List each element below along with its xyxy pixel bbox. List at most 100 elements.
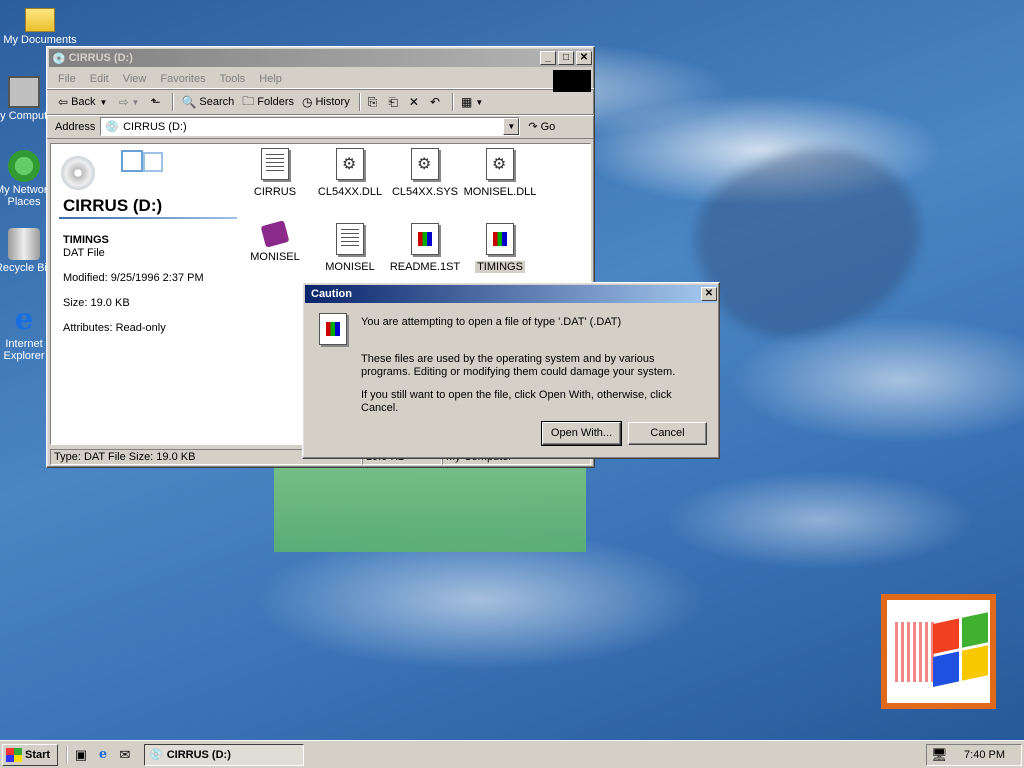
taskbar-button-cirrus[interactable]: 💿 CIRRUS (D:) <box>144 743 304 766</box>
drive-icon: 💿 <box>149 749 163 761</box>
back-arrow-icon: ⇦ <box>58 95 69 109</box>
help-book-icon <box>260 220 290 248</box>
selected-file-name: TIMINGS <box>63 234 109 246</box>
outlook-express-icon[interactable]: ✉ <box>116 746 134 764</box>
file-item[interactable]: MONISEL <box>235 220 315 263</box>
text-document-icon <box>336 223 364 255</box>
copy-to-icon: ⎗ <box>388 94 398 109</box>
move-to-button[interactable]: ⎘ <box>365 93 384 112</box>
wallpaper-green-block <box>274 468 586 552</box>
address-input[interactable]: 💿 CIRRUS (D:) ▼ <box>100 117 521 136</box>
file-item[interactable]: CL54XX.DLL <box>310 148 390 198</box>
computer-icon <box>8 76 40 108</box>
desktop-icon-label: My Documents <box>3 34 77 46</box>
cancel-button[interactable]: Cancel <box>628 422 707 445</box>
menu-favorites[interactable]: Favorites <box>153 73 212 85</box>
selected-file-size: Size: 19.0 KB <box>63 297 130 309</box>
gear-file-icon <box>486 148 514 180</box>
web-view-pane: CIRRUS (D:) TIMINGS DAT File Modified: 9… <box>51 144 241 444</box>
dialog-message-2: These files are used by the operating sy… <box>361 353 676 378</box>
display-settings-icon[interactable]: 🖥 <box>931 747 948 763</box>
menu-view[interactable]: View <box>116 73 154 85</box>
up-folder-button[interactable]: ⬑ <box>147 93 166 111</box>
gear-file-icon <box>336 148 364 180</box>
start-button[interactable]: Start <box>2 743 58 766</box>
selected-file-attributes: Attributes: Read-only <box>63 322 166 334</box>
gear-file-icon <box>411 148 439 180</box>
close-button[interactable]: ✕ <box>576 51 592 65</box>
folders-button[interactable]: 🗀 Folders <box>239 90 297 115</box>
menu-help[interactable]: Help <box>252 73 289 85</box>
minimize-button[interactable]: _ <box>540 51 556 65</box>
window-titlebar[interactable]: 💿 CIRRUS (D:) _ □ ✕ <box>49 49 592 67</box>
drive-title: CIRRUS (D:) <box>63 196 163 215</box>
dialog-message-3: If you still want to open the file, clic… <box>361 389 672 414</box>
toolbar: ⇦ Back ▼ ⇨ ▼ ⬑ 🔍 Search 🗀 Folders ◷ History ⎘ … <box>47 89 594 115</box>
folders-icon: 🗀 <box>242 93 255 108</box>
dialog-message-1: You are attempting to open a file of typ… <box>361 316 622 328</box>
address-label: Address <box>55 120 96 133</box>
delete-button[interactable]: ✕ <box>406 93 425 111</box>
file-item[interactable]: MONISEL.DLL <box>460 148 540 198</box>
delete-icon: ✕ <box>408 95 419 109</box>
dialog-title: Caution <box>311 288 352 300</box>
go-arrow-icon: ↷ <box>528 121 538 133</box>
folder-icon <box>25 8 55 32</box>
clock[interactable]: 7:40 PM <box>964 749 1005 761</box>
undo-button[interactable]: ↶ <box>427 93 446 111</box>
copy-to-button[interactable]: ⎗ <box>385 93 404 112</box>
cd-drive-icon <box>57 148 167 192</box>
recycle-bin-icon <box>8 228 40 260</box>
menu-tools[interactable]: Tools <box>213 73 253 85</box>
menu-edit[interactable]: Edit <box>83 73 116 85</box>
back-button[interactable]: ⇦ Back ▼ <box>55 93 113 111</box>
title-underline <box>59 217 237 219</box>
dialog-titlebar[interactable]: Caution ✕ <box>305 285 717 303</box>
maximize-button[interactable]: □ <box>558 51 574 65</box>
views-button[interactable]: ▦ ▼ <box>458 93 489 111</box>
windows-file-icon <box>411 223 439 255</box>
system-tray: 🖥 7:40 PM <box>926 744 1022 766</box>
show-desktop-icon[interactable]: ▣ <box>72 746 90 764</box>
up-folder-icon: ⬑ <box>150 95 161 109</box>
network-icon <box>8 150 40 182</box>
windows-throbber-icon <box>553 70 591 92</box>
windows-file-icon <box>319 313 347 345</box>
menu-bar: File Edit View Favorites Tools Help <box>47 69 594 92</box>
file-item[interactable]: MONISEL <box>310 223 390 273</box>
quick-launch: ▣ e ✉ <box>66 745 134 764</box>
menu-file[interactable]: File <box>51 73 83 85</box>
address-bar: Address 💿 CIRRUS (D:) ▼ ↷ Go <box>47 115 594 139</box>
file-item-selected[interactable]: TIMINGS <box>460 223 540 273</box>
windows-file-icon <box>486 223 514 255</box>
desktop-icon-my-documents[interactable]: My Documents <box>0 4 80 46</box>
file-item[interactable]: CL54XX.SYS <box>385 148 465 198</box>
dialog-close-button[interactable]: ✕ <box>701 287 717 301</box>
address-dropdown-button[interactable]: ▼ <box>503 118 520 135</box>
ie-icon: e <box>14 302 34 337</box>
text-document-icon <box>261 148 289 180</box>
undo-icon: ↶ <box>429 95 441 109</box>
windows-flag-icon <box>6 747 22 762</box>
window-title: CIRRUS (D:) <box>68 52 133 64</box>
move-to-icon: ⎘ <box>367 94 378 109</box>
open-with-button[interactable]: Open With... <box>541 421 622 446</box>
drive-icon: 💿 <box>105 121 120 133</box>
caution-dialog[interactable]: Caution ✕ You are attempting to open a f… <box>302 282 720 459</box>
selected-file-type: DAT File <box>63 247 105 259</box>
views-icon: ▦ <box>461 95 473 109</box>
drive-icon: 💿 <box>52 52 66 65</box>
ie-icon[interactable]: e <box>94 746 112 764</box>
file-item[interactable]: README.1ST <box>385 223 465 273</box>
search-icon: 🔍 <box>181 95 197 109</box>
windows-logo <box>881 594 996 709</box>
history-icon: ◷ <box>301 95 313 109</box>
go-button[interactable]: ↷ Go <box>528 120 555 134</box>
forward-button[interactable]: ⇨ ▼ <box>115 93 145 111</box>
selected-file-modified: Modified: 9/25/1996 2:37 PM <box>63 272 204 284</box>
forward-arrow-icon: ⇨ <box>118 95 129 109</box>
history-button[interactable]: ◷ History <box>299 93 353 111</box>
search-button[interactable]: 🔍 Search <box>178 93 237 111</box>
taskbar: Start ▣ e ✉ 💿 CIRRUS (D:) 🖥 7:40 PM <box>0 740 1024 768</box>
file-item[interactable]: CIRRUS <box>235 148 315 198</box>
